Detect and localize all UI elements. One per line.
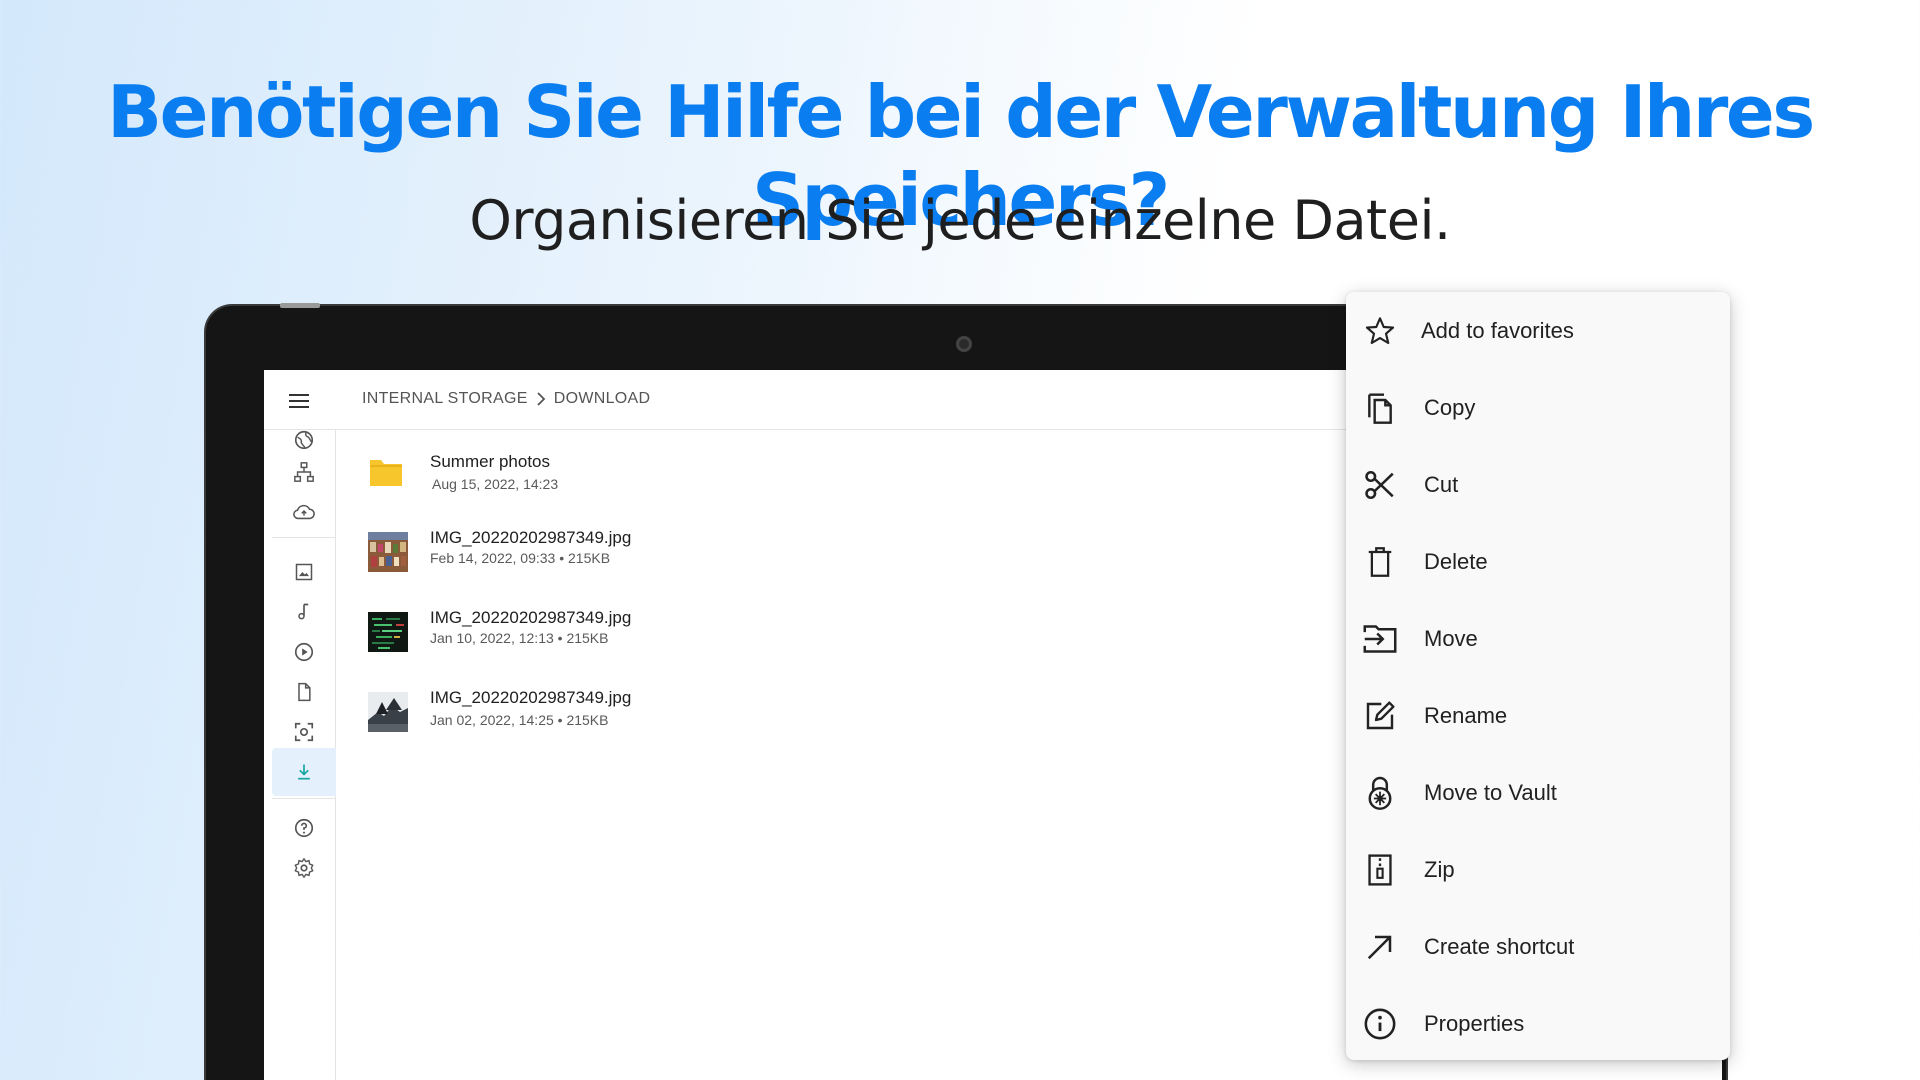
zip-icon [1362,852,1398,888]
copy-icon [1362,390,1398,426]
menu-item-add-to-favorites[interactable]: Add to favorites [1346,292,1730,369]
menu-item-label: Create shortcut [1424,933,1575,959]
menu-item-move[interactable]: Move [1346,600,1730,677]
chevron-right-icon [536,392,546,406]
breadcrumb-download[interactable]: DOWNLOAD [554,390,651,408]
file-name: IMG_20220202987349.jpg [430,688,632,707]
menu-item-label: Move to Vault [1424,779,1557,805]
menu-item-rename[interactable]: Rename [1346,677,1730,754]
star-icon [1362,313,1398,349]
menu-item-label: Zip [1424,856,1455,882]
subline: Organisieren Sie jede einzelne Datei. [469,189,1451,252]
menu-item-copy[interactable]: Copy [1346,369,1730,446]
file-name: Summer photos [430,452,550,471]
context-menu: Add to favorites Copy Cut Delete Move Re… [1346,292,1730,1060]
list-item[interactable]: Summer photos Aug 15, 2022, 14:23 [336,442,1236,512]
vault-lock-icon [1362,775,1398,811]
move-icon [1362,621,1398,657]
settings-icon[interactable] [272,844,336,892]
navigation-rail [264,430,336,1080]
menu-item-label: Rename [1424,702,1508,728]
file-name: IMG_20220202987349.jpg [430,608,632,627]
tablet-button [280,303,320,308]
menu-item-label: Delete [1424,548,1488,574]
file-meta: Aug 15, 2022, 14:23 [432,476,559,492]
menu-item-delete[interactable]: Delete [1346,523,1730,600]
image-thumbnail [368,532,408,572]
menu-item-create-shortcut[interactable]: Create shortcut [1346,908,1730,985]
scissors-icon [1362,467,1398,503]
file-meta: Jan 02, 2022, 14:25 • 215KB [430,712,609,728]
menu-item-label: Add to favorites [1421,317,1574,343]
breadcrumb: INTERNAL STORAGE DOWNLOAD [362,390,650,408]
menu-item-label: Cut [1424,471,1459,497]
folder-icon [368,456,408,496]
hamburger-menu-icon[interactable] [284,386,314,416]
menu-item-label: Move [1424,625,1478,651]
info-icon [1362,1006,1398,1042]
arrow-up-right-icon [1362,929,1398,965]
file-meta: Feb 14, 2022, 09:33 • 215KB [430,550,611,566]
file-meta: Jan 10, 2022, 12:13 • 215KB [430,630,609,646]
menu-item-label: Copy [1424,394,1476,420]
breadcrumb-internal-storage[interactable]: INTERNAL STORAGE [362,390,528,408]
list-item[interactable]: IMG_20220202987349.jpg Feb 14, 2022, 09:… [336,520,1236,590]
trash-icon [1362,544,1398,580]
rename-icon [1362,698,1398,734]
menu-item-zip[interactable]: Zip [1346,831,1730,908]
image-thumbnail [368,692,408,732]
menu-item-move-to-vault[interactable]: Move to Vault [1346,754,1730,831]
cloud-upload-icon[interactable] [272,488,336,536]
menu-item-properties[interactable]: Properties [1346,985,1730,1062]
camera-icon [956,336,972,352]
list-item[interactable]: IMG_20220202987349.jpg Jan 02, 2022, 14:… [336,676,1236,746]
image-thumbnail [368,612,408,652]
menu-item-cut[interactable]: Cut [1346,446,1730,523]
menu-item-label: Properties [1424,1010,1525,1036]
file-name: IMG_20220202987349.jpg [430,528,632,547]
list-item[interactable]: IMG_20220202987349.jpg Jan 10, 2022, 12:… [336,598,1236,668]
download-icon[interactable] [272,748,336,796]
